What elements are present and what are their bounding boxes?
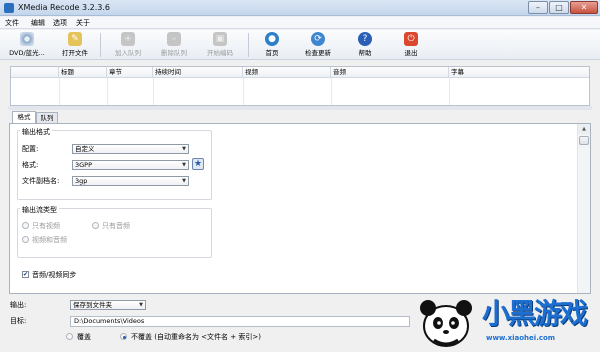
dvd-button[interactable]: DVD/蓝光... xyxy=(5,30,49,60)
column-divider xyxy=(331,78,332,105)
menu-bar xyxy=(0,17,600,29)
exit-icon: ⏻ xyxy=(404,32,418,46)
audio-only-label: 只有音频 xyxy=(102,222,130,230)
column-divider xyxy=(107,78,108,105)
audio-only-radio[interactable] xyxy=(92,222,99,229)
home-button[interactable]: ● 首页 xyxy=(255,30,289,60)
overwrite-radio[interactable] xyxy=(66,333,73,340)
column-header-subtitle[interactable]: 字幕 xyxy=(449,67,589,78)
toolbar-separator xyxy=(100,33,101,57)
remove-queue-icon: – xyxy=(167,32,181,46)
maximize-button[interactable]: □ xyxy=(549,1,569,14)
update-icon: ⟳ xyxy=(311,32,325,46)
watermark-url: www.xiaohei.com xyxy=(486,334,556,342)
chevron-down-icon: ▼ xyxy=(182,146,186,152)
file-list-table[interactable]: 标题 章节 持续时间 视频 音频 字幕 xyxy=(10,66,590,106)
toolbar-separator xyxy=(248,33,249,57)
chevron-down-icon: ▼ xyxy=(139,302,143,308)
panel-splitter[interactable] xyxy=(8,106,592,110)
output-select[interactable]: 保存到文件夹 ▼ xyxy=(70,300,146,310)
no-overwrite-label: 不覆盖 (自动重命名为 <文件名 + 索引>) xyxy=(131,333,261,341)
chevron-down-icon: ▼ xyxy=(182,162,186,168)
overwrite-label: 覆盖 xyxy=(77,333,91,341)
check-update-button[interactable]: ⟳ 检查更新 xyxy=(297,30,339,60)
menu-edit[interactable]: 编辑 xyxy=(31,18,45,28)
video-and-audio-radio[interactable] xyxy=(22,236,29,243)
remove-queue-button[interactable]: – 删除队列 xyxy=(154,30,194,60)
format-select[interactable]: 3GPP ▼ xyxy=(72,160,189,170)
help-button[interactable]: ? 帮助 xyxy=(350,30,380,60)
stream-type-group-label: 输出流类型 xyxy=(20,205,59,215)
menu-about[interactable]: 关于 xyxy=(76,18,90,28)
scroll-thumb[interactable] xyxy=(579,136,589,145)
start-encode-button[interactable]: ▣ 开始编码 xyxy=(200,30,240,60)
output-format-group-label: 输出格式 xyxy=(20,127,52,137)
minimize-button[interactable]: – xyxy=(528,1,548,14)
column-divider xyxy=(449,78,450,105)
add-queue-icon: + xyxy=(121,32,135,46)
stream-type-group xyxy=(17,208,212,258)
extension-select[interactable]: 3gp ▼ xyxy=(72,176,189,186)
window-title: XMedia Recode 3.2.3.6 xyxy=(18,3,110,12)
column-header-audio[interactable]: 音频 xyxy=(331,67,449,78)
target-path-input[interactable]: D:\Documents\Videos xyxy=(70,316,410,327)
menu-options[interactable]: 选项 xyxy=(53,18,67,28)
av-sync-checkbox[interactable]: ✔ xyxy=(22,271,29,278)
column-header-title[interactable]: 标题 xyxy=(59,67,107,78)
profile-label: 配置: xyxy=(22,145,39,153)
help-icon: ? xyxy=(358,32,372,46)
tab-queue[interactable]: 队列 xyxy=(36,112,58,123)
star-icon: ★ xyxy=(193,159,203,169)
target-label: 目标: xyxy=(10,317,27,325)
video-only-label: 只有视频 xyxy=(32,222,60,230)
video-and-audio-label: 视频和音频 xyxy=(32,236,67,244)
column-header-index[interactable] xyxy=(11,67,59,78)
column-divider xyxy=(153,78,154,105)
output-label: 输出: xyxy=(10,301,27,309)
exit-button[interactable]: ⏻ 退出 xyxy=(396,30,426,60)
column-header-duration[interactable]: 持续时间 xyxy=(153,67,243,78)
open-file-button[interactable]: ✎ 打开文件 xyxy=(55,30,95,60)
profile-select[interactable]: 自定义 ▼ xyxy=(72,144,189,154)
add-queue-button[interactable]: + 加入队列 xyxy=(108,30,148,60)
format-label: 格式: xyxy=(22,161,39,169)
home-icon: ● xyxy=(265,32,279,46)
chevron-down-icon: ▼ xyxy=(182,178,186,184)
no-overwrite-radio[interactable] xyxy=(120,333,127,340)
column-divider xyxy=(243,78,244,105)
column-header-chapter[interactable]: 章节 xyxy=(107,67,153,78)
close-button[interactable]: ✕ xyxy=(570,1,598,14)
panel-scrollbar[interactable]: ▲ xyxy=(577,124,590,293)
menu-file[interactable]: 文件 xyxy=(5,18,19,28)
favorite-star-button[interactable]: ★ xyxy=(192,158,204,170)
open-file-icon: ✎ xyxy=(68,32,82,46)
app-logo-icon xyxy=(4,3,14,13)
start-encode-icon: ▣ xyxy=(213,32,227,46)
av-sync-label: 音频/视频同步 xyxy=(32,271,77,279)
column-divider xyxy=(59,78,60,105)
panda-mascot-icon xyxy=(420,300,472,347)
scroll-up-icon[interactable]: ▲ xyxy=(578,124,590,134)
extension-label: 文件副档名: xyxy=(22,177,60,185)
video-only-radio[interactable] xyxy=(22,222,29,229)
column-header-video[interactable]: 视频 xyxy=(243,67,331,78)
dvd-icon xyxy=(20,32,34,46)
watermark-brand: 小黑游戏 xyxy=(482,297,588,330)
